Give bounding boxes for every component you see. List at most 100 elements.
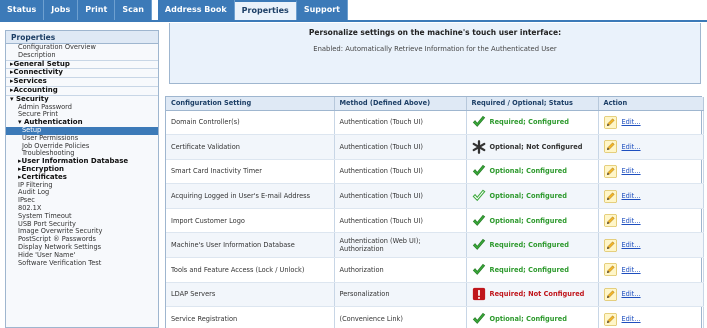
table-body: Domain Controller(s) Authentication (Touc… [166,110,704,328]
nav-item-accounting[interactable]: ▸Accounting [6,85,158,95]
table-row: Tools and Feature Access (Lock / Unlock)… [166,257,704,283]
status-badge: Optional; Configured [472,312,593,326]
tab-address-book[interactable]: Address Book [157,0,235,20]
edit-link[interactable]: Edit... [622,192,641,200]
personalize-info-panel: Personalize settings on the machine's to… [169,23,701,84]
left-navigation: Properties Configuration Overview Descrip… [5,30,159,328]
table-row: Certificate Validation Authentication (To… [166,134,704,160]
setting-cell: Smart Card Inactivity Timer [166,159,335,185]
table-row: Acquiring Logged in User's E-mail Addres… [166,183,704,209]
table-header-row: Configuration Setting Method (Defined Ab… [166,97,704,111]
table-row: Import Customer Logo Authentication (Touc… [166,208,704,234]
tab-support[interactable]: Support [296,0,348,20]
pencil-icon[interactable] [603,165,617,178]
checkmark-icon [472,263,486,277]
exclamation-icon [472,287,486,301]
table-row: Machine's User Information Database Authe… [166,232,704,259]
edit-link[interactable]: Edit... [622,118,641,126]
edit-link[interactable]: Edit... [622,266,641,274]
setting-cell: Acquiring Logged in User's E-mail Addres… [166,183,335,209]
info-text: Enabled: Automatically Retrieve Informat… [313,45,557,53]
status-badge: Optional; Configured [472,189,593,203]
tab-status[interactable]: Status [0,0,45,20]
pencil-icon[interactable] [603,312,617,326]
status-badge: Optional; Not Configured [472,140,593,154]
method-cell: Authentication (Touch UI) [334,159,467,185]
method-cell: (Convenience Link) [334,306,467,328]
edit-link[interactable]: Edit... [622,143,641,151]
tab-print[interactable]: Print [78,0,116,20]
nav-item-general-setup[interactable]: ▸General Setup [6,59,158,69]
pencil-icon[interactable] [603,115,617,129]
status-badge: Optional; Configured [472,164,593,178]
nav-item-description[interactable]: Description [6,51,158,60]
action-cell: Edit... [598,208,704,234]
pencil-icon[interactable] [603,288,617,301]
top-tabs: Status Jobs Print Scan Address Book Propertie… [0,0,348,20]
pencil-icon[interactable] [603,238,617,252]
nav-item-services[interactable]: ▸Services [6,77,158,86]
status-badge: Optional; Configured [472,214,593,228]
configuration-table: Configuration Setting Method (Defined Ab… [165,96,704,328]
status-cell: Optional; Configured [466,159,599,185]
action-cell: Edit... [598,232,704,259]
checkmark-outline-icon [472,189,486,203]
setting-cell: Service Registration [166,306,335,328]
table-row: Service Registration (Convenience Link) Op… [166,306,704,328]
pencil-icon[interactable] [603,189,617,203]
method-cell: Authentication (Touch UI) [334,183,467,209]
status-badge: Required; Not Configured [472,287,593,301]
action-cell: Edit... [598,306,704,328]
action-cell: Edit... [598,134,704,160]
action-cell: Edit... [598,257,704,283]
col-header-action: Action [598,97,704,111]
col-header-setting: Configuration Setting [166,97,335,111]
status-text: Optional; Configured [489,167,567,176]
nav-item-software-verification-test[interactable]: Software Verification Test [6,259,158,268]
setting-cell: Domain Controller(s) [166,110,335,136]
tab-jobs[interactable]: Jobs [44,0,79,20]
setting-cell: Import Customer Logo [166,208,335,234]
tab-properties[interactable]: Properties [234,0,297,20]
method-cell: Authentication (Touch UI) [334,134,467,160]
status-cell: Optional; Configured [466,208,599,234]
setting-cell: LDAP Servers [166,282,335,308]
status-text: Optional; Not Configured [489,142,583,151]
status-text: Required; Configured [489,241,569,250]
status-cell: Optional; Configured [466,183,599,209]
action-cell: Edit... [598,159,704,185]
tab-scan[interactable]: Scan [115,0,152,20]
nav-item-connectivity[interactable]: ▸Connectivity [6,68,158,77]
tab-group-2: Address Book Properties Support [157,0,348,20]
status-cell: Optional; Not Configured [466,134,599,160]
status-cell: Optional; Configured [466,306,599,328]
edit-link[interactable]: Edit... [622,290,641,298]
pencil-icon[interactable] [603,140,617,154]
col-header-method: Method (Defined Above) [334,97,467,111]
status-badge: Required; Configured [472,238,593,252]
nav-list: Configuration Overview Description ▸Genera… [6,43,158,268]
checkmark-icon [472,115,486,129]
status-cell: Required; Configured [466,110,599,136]
checkmark-icon [472,214,486,228]
checkmark-icon [472,312,486,326]
edit-link[interactable]: Edit... [622,315,641,323]
method-cell: Authentication (Touch UI) [334,110,467,136]
edit-link[interactable]: Edit... [622,167,641,175]
edit-link[interactable]: Edit... [622,241,641,249]
table-row: LDAP Servers Personalization Required; Not… [166,282,704,308]
status-text: Optional; Configured [489,192,567,201]
action-cell: Edit... [598,183,704,209]
top-nav-underline [0,20,707,22]
pencil-icon[interactable] [603,214,617,228]
setting-cell: Machine's User Information Database [166,232,335,259]
status-text: Required; Configured [489,118,569,127]
method-cell: Authorization [334,257,467,283]
edit-link[interactable]: Edit... [622,217,641,225]
status-cell: Required; Configured [466,232,599,259]
method-cell: Authentication (Web UI); Authorization [334,232,467,259]
setting-cell: Tools and Feature Access (Lock / Unlock) [166,257,335,283]
asterisk-icon [472,140,486,154]
pencil-icon[interactable] [603,263,617,277]
method-cell: Personalization [334,282,467,308]
